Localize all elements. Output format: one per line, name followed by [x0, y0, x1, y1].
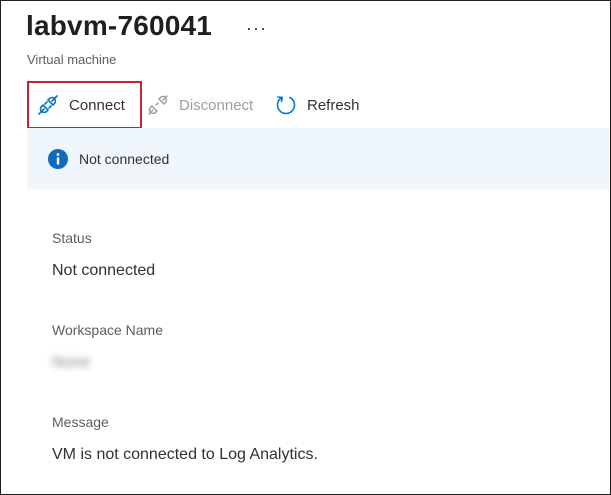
disconnect-button[interactable]: Disconnect — [147, 85, 253, 125]
status-banner: Not connected — [27, 128, 609, 189]
info-icon — [47, 148, 69, 170]
banner-message: Not connected — [79, 150, 170, 167]
connect-label: Connect — [69, 96, 125, 114]
message-value: VM is not connected to Log Analytics. — [52, 446, 318, 463]
refresh-button[interactable]: Refresh — [275, 85, 360, 125]
workspace-name-value: None — [52, 354, 91, 371]
more-options-button[interactable]: ··· — [246, 18, 267, 39]
plug-icon — [38, 95, 58, 115]
page-title: labvm-760041 — [26, 10, 213, 41]
workspace-name-label: Workspace Name — [52, 322, 164, 338]
refresh-label: Refresh — [307, 96, 360, 114]
resource-type-subtitle: Virtual machine — [27, 52, 117, 67]
disconnect-label: Disconnect — [179, 96, 254, 114]
refresh-icon — [276, 96, 296, 115]
status-value: Not connected — [52, 262, 156, 279]
message-label: Message — [52, 414, 109, 430]
unplug-icon — [148, 95, 168, 115]
status-label: Status — [52, 230, 92, 246]
connect-button[interactable]: Connect — [27, 81, 142, 129]
